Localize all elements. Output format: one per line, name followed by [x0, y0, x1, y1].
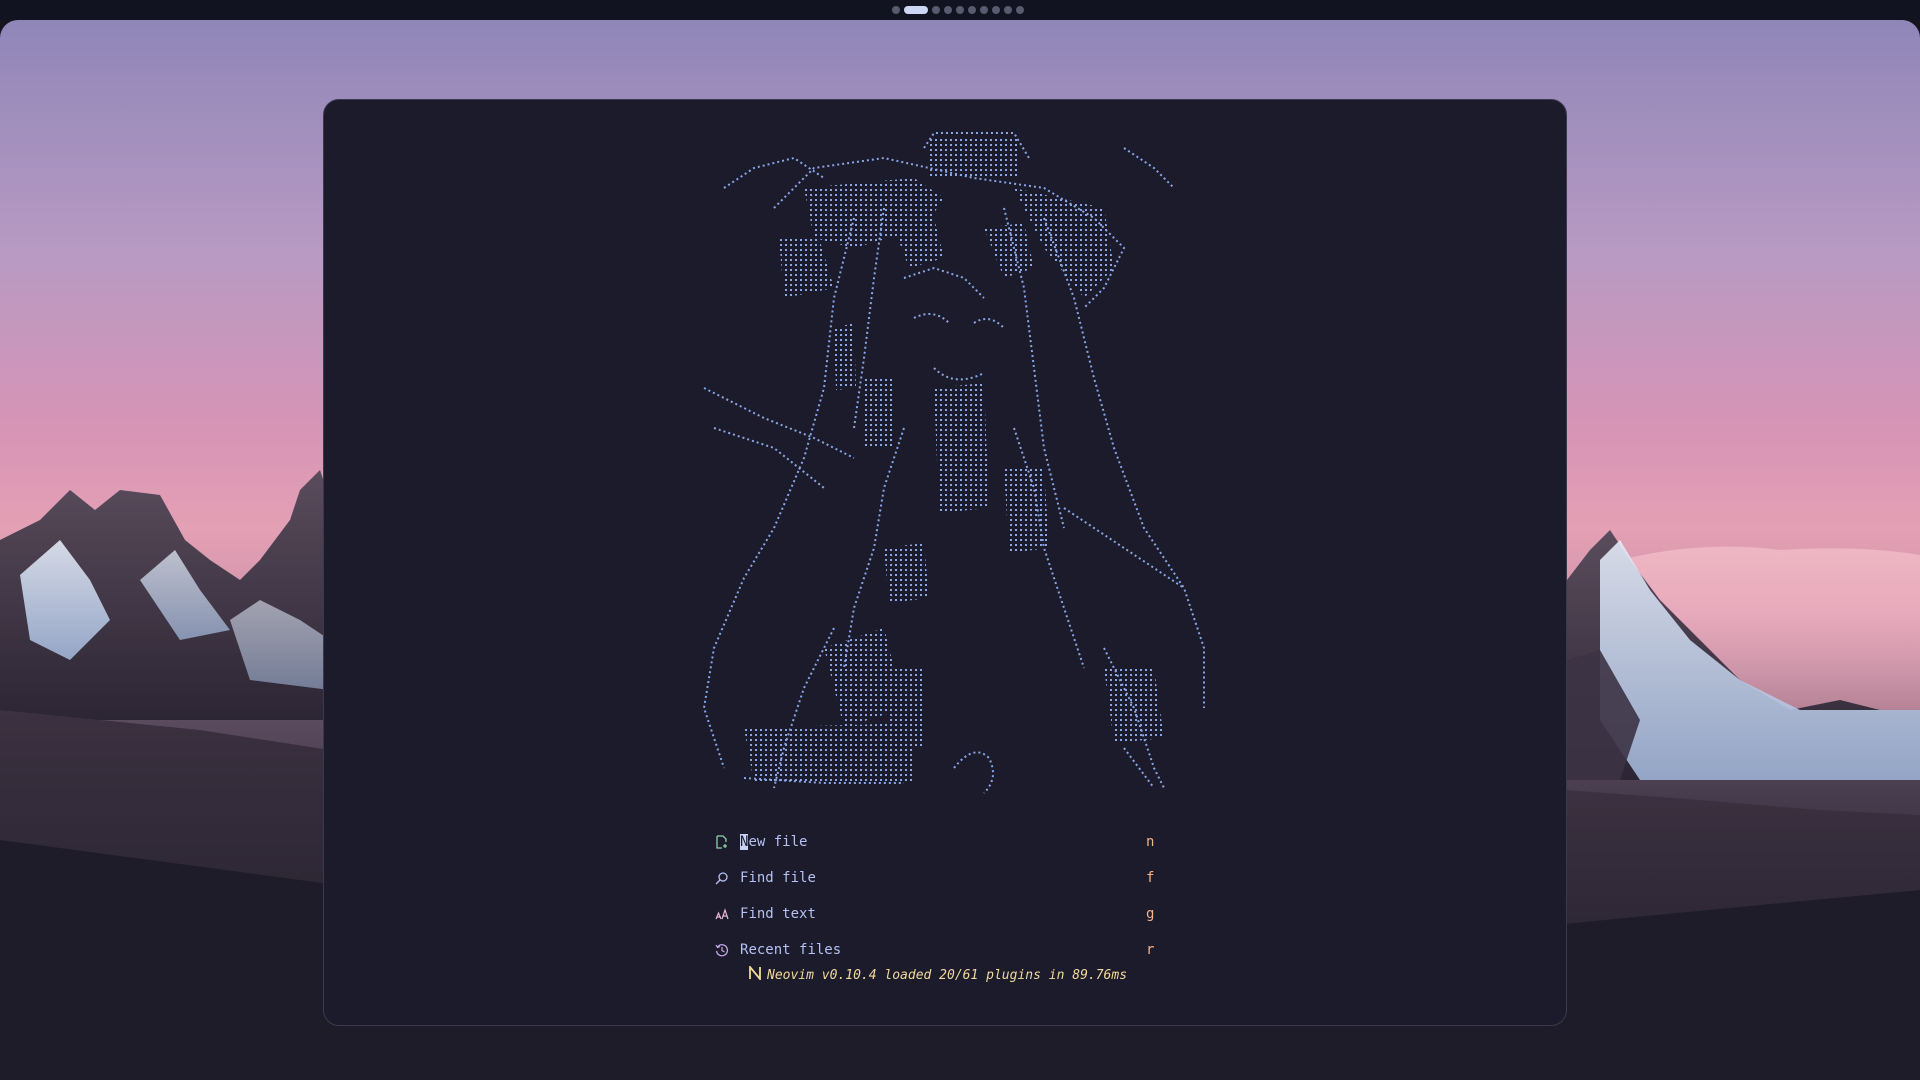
menu-key-new-file: n — [1146, 834, 1155, 850]
new-file-icon — [714, 834, 730, 850]
desktop-wallpaper: New file n Find file f F ind text g R ec… — [0, 20, 1920, 1080]
neovim-window[interactable]: New file n Find file f F ind text g R ec… — [323, 99, 1567, 1026]
neovim-logo-icon — [749, 964, 761, 984]
startup-stats-text: Neovim v0.10.4 loaded 20/61 plugins in 8… — [767, 967, 1128, 983]
ascii-art-illustration — [702, 132, 1205, 794]
workspace-dot-2-active[interactable] — [904, 6, 928, 14]
workspace-dot-10[interactable] — [1016, 6, 1024, 14]
workspace-dot-8[interactable] — [992, 6, 1000, 14]
workspace-dot-6[interactable] — [968, 6, 976, 14]
workspace-dot-4[interactable] — [944, 6, 952, 14]
workspace-dot-7[interactable] — [980, 6, 988, 14]
search-icon — [714, 870, 730, 886]
menu-item-new-file[interactable]: New file n — [714, 824, 1194, 860]
workspace-dot-1[interactable] — [892, 6, 900, 14]
text-cursor: N — [740, 834, 749, 850]
history-icon — [714, 942, 730, 958]
text-search-icon — [714, 906, 730, 922]
menu-item-recent-files[interactable]: Recent files r — [714, 932, 1194, 968]
menu-key-find-file: f — [1146, 870, 1155, 886]
dashboard-menu: New file n Find file f F ind text g R ec… — [714, 824, 1194, 968]
menu-key-find-text: g — [1146, 906, 1155, 922]
menu-key-recent-files: r — [1146, 942, 1155, 958]
workspace-dot-9[interactable] — [1004, 6, 1012, 14]
workspace-indicators — [892, 6, 1024, 14]
menu-item-find-file[interactable]: Find file f — [714, 860, 1194, 896]
startup-footer: Neovim v0.10.4 loaded 20/61 plugins in 8… — [749, 964, 1128, 984]
workspace-dot-5[interactable] — [956, 6, 964, 14]
menu-label-new-file: New file — [740, 834, 808, 850]
menu-label-recent-files: Recent files — [740, 942, 842, 958]
menu-item-find-text[interactable]: Find text g — [714, 896, 1194, 932]
menu-label-find-file: Find file — [740, 870, 816, 886]
menu-label-find-text: Find text — [740, 906, 816, 922]
workspace-dot-3[interactable] — [932, 6, 940, 14]
top-bar — [0, 0, 1920, 20]
